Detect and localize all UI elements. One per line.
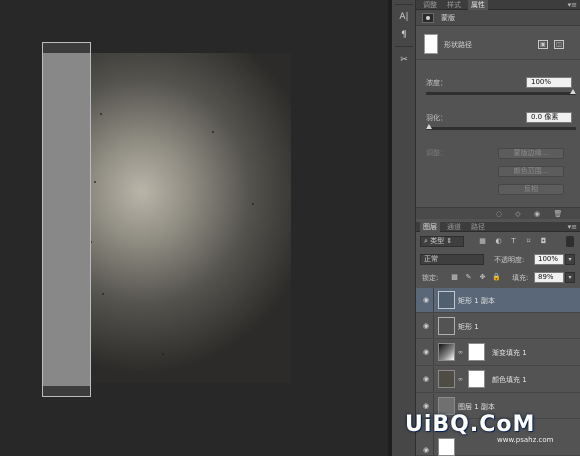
color-range-button[interactable]: 颜色范围...	[498, 166, 564, 177]
eye-icon[interactable]: ◉	[422, 375, 430, 383]
link-icon[interactable]: ∞	[458, 376, 463, 383]
layer-row[interactable]: ◉ 矩形 1 副本	[416, 288, 580, 313]
filter-toggle[interactable]	[566, 236, 574, 247]
lock-bar: 锁定: ▩ ✎ ✥ 🔒 填充: 89% ▾	[416, 270, 580, 284]
invert-button[interactable]: 反相	[498, 184, 564, 195]
opacity-label: 不透明度:	[494, 256, 525, 264]
mask-header: 蒙版	[416, 10, 580, 26]
density-input[interactable]: 100%	[526, 77, 572, 88]
opacity-input[interactable]: 100%	[534, 254, 564, 265]
tab-properties[interactable]: 属性	[468, 0, 488, 10]
feather-slider-knob[interactable]	[426, 124, 432, 129]
delete-icon[interactable]: 🗑	[553, 210, 563, 218]
feather-label: 羽化：	[426, 114, 447, 122]
layer-separator	[433, 288, 434, 313]
lock-all-icon[interactable]: 🔒	[492, 273, 501, 282]
gradient-thumbnail	[438, 343, 455, 361]
refine-label: 调整：	[426, 149, 447, 157]
mask-icon	[422, 13, 434, 23]
blend-bar: 正常 不透明度: 100% ▾	[416, 252, 580, 266]
properties-footer: ◌ ◇ ◉ 🗑	[416, 207, 580, 219]
lock-transparency-icon[interactable]: ▩	[450, 273, 459, 282]
layer-row[interactable]: ◉ ∞ 渐变填充 1	[416, 340, 580, 366]
tab-paths[interactable]: 路径	[468, 222, 488, 232]
type-filter-icon[interactable]: T	[509, 237, 518, 246]
layer-name[interactable]: 渐变填充 1	[492, 348, 527, 358]
tab-channels[interactable]: 通道	[444, 222, 464, 232]
lock-paint-icon[interactable]: ✎	[464, 273, 473, 282]
eye-icon[interactable]: ◉	[422, 322, 430, 330]
panel-menu-icon[interactable]: ▾≡	[568, 1, 577, 9]
apply-mask-icon[interactable]: ◇	[513, 210, 523, 218]
opacity-dropdown-icon[interactable]: ▾	[565, 254, 575, 265]
layer-name[interactable]: 颜色填充 1	[492, 375, 527, 385]
fill-label: 填充:	[512, 274, 529, 282]
density-slider[interactable]	[426, 89, 576, 95]
color-fill-thumbnail	[438, 370, 455, 388]
link-icon[interactable]: ∞	[458, 349, 463, 356]
shape-filter-icon[interactable]: ⌑	[524, 237, 533, 246]
layer-name[interactable]: 矩形 1	[458, 322, 479, 332]
density-slider-knob[interactable]	[570, 89, 576, 94]
mask-label: 蒙版	[441, 14, 455, 22]
mask-thumbnail	[468, 343, 485, 361]
layer-row[interactable]: ◉ 矩形 1	[416, 314, 580, 339]
watermark-logo: UiBQ.CoM	[405, 412, 536, 437]
eye-icon[interactable]: ◉	[422, 402, 430, 410]
adjustment-filter-icon[interactable]: ◐	[494, 237, 503, 246]
paragraph-icon[interactable]: ¶	[396, 28, 412, 42]
eye-icon[interactable]: ◉	[422, 296, 430, 304]
shape-layer-icon	[438, 317, 455, 335]
vector-mask-icon[interactable]: ◫	[554, 40, 564, 49]
rectangle-top-band	[43, 43, 90, 53]
shape-path-row: 形状路径 ▣ ◫	[416, 30, 580, 60]
fill-dropdown-icon[interactable]: ▾	[565, 272, 575, 283]
strip-separator	[395, 46, 413, 47]
tools-icon[interactable]: ✂	[396, 53, 412, 67]
layer-name[interactable]: 矩形 1 副本	[458, 296, 495, 306]
eye-icon[interactable]: ◉	[422, 348, 430, 356]
layer-separator	[433, 340, 434, 365]
shape-layer-icon	[438, 291, 455, 309]
blend-mode-value: 正常	[424, 255, 438, 263]
density-label: 浓度：	[426, 79, 447, 87]
rectangle-bottom-band	[43, 386, 90, 396]
layer-filter-bar: ⌕ 类型 ⇕ ▦ ◐ T ⌑ ◘	[416, 234, 580, 248]
layers-tabbar: 图层 通道 路径 ▾≡	[416, 222, 580, 232]
kind-filter-select[interactable]: ⌕ 类型 ⇕	[420, 236, 464, 247]
tab-layers[interactable]: 图层	[420, 222, 440, 232]
layer-separator	[433, 314, 434, 339]
mask-edge-button[interactable]: 蒙版边缘...	[498, 148, 564, 159]
layer-name[interactable]: 图层 1 副本	[458, 402, 495, 412]
tab-adjustments[interactable]: 调整	[420, 0, 440, 10]
pixel-filter-icon[interactable]: ▦	[478, 237, 487, 246]
site-watermark: UiBQ.CoM www.psahz.com	[405, 412, 575, 452]
mask-thumbnail	[468, 370, 485, 388]
right-panels: 调整 样式 属性 ▾≡ 蒙版 形状路径 ▣ ◫ 浓度： 100% 羽化： 0.0…	[416, 0, 580, 456]
pixel-mask-icon[interactable]: ▣	[538, 40, 548, 49]
strip-separator	[395, 4, 413, 5]
feather-slider[interactable]	[426, 124, 576, 130]
collapsed-panel-strip: A| ¶ ✂	[392, 0, 416, 456]
fill-input[interactable]: 89%	[534, 272, 564, 283]
properties-tabbar: 调整 样式 属性 ▾≡	[416, 0, 580, 10]
lock-position-icon[interactable]: ✥	[478, 273, 487, 282]
visibility-icon[interactable]: ◉	[532, 210, 542, 218]
blend-mode-select[interactable]: 正常	[420, 254, 484, 265]
layer-row[interactable]: ◉ ∞ 颜色填充 1	[416, 367, 580, 393]
layers-menu-icon[interactable]: ▾≡	[568, 223, 577, 231]
watermark-url: www.psahz.com	[497, 436, 554, 444]
document-canvas[interactable]	[0, 0, 388, 456]
selected-rectangle-shape[interactable]	[42, 42, 91, 397]
shape-path-label: 形状路径	[444, 41, 472, 49]
load-selection-icon[interactable]: ◌	[494, 210, 504, 218]
layer-separator	[433, 367, 434, 392]
lock-label: 锁定:	[422, 274, 439, 282]
feather-input[interactable]: 0.0 像素	[526, 112, 572, 123]
tab-styles[interactable]: 样式	[444, 0, 464, 10]
vector-mask-thumbnail[interactable]	[424, 34, 438, 54]
kind-filter-value: 类型	[430, 237, 445, 245]
char-icon[interactable]: A|	[396, 10, 412, 24]
smart-object-filter-icon[interactable]: ◘	[539, 237, 548, 246]
